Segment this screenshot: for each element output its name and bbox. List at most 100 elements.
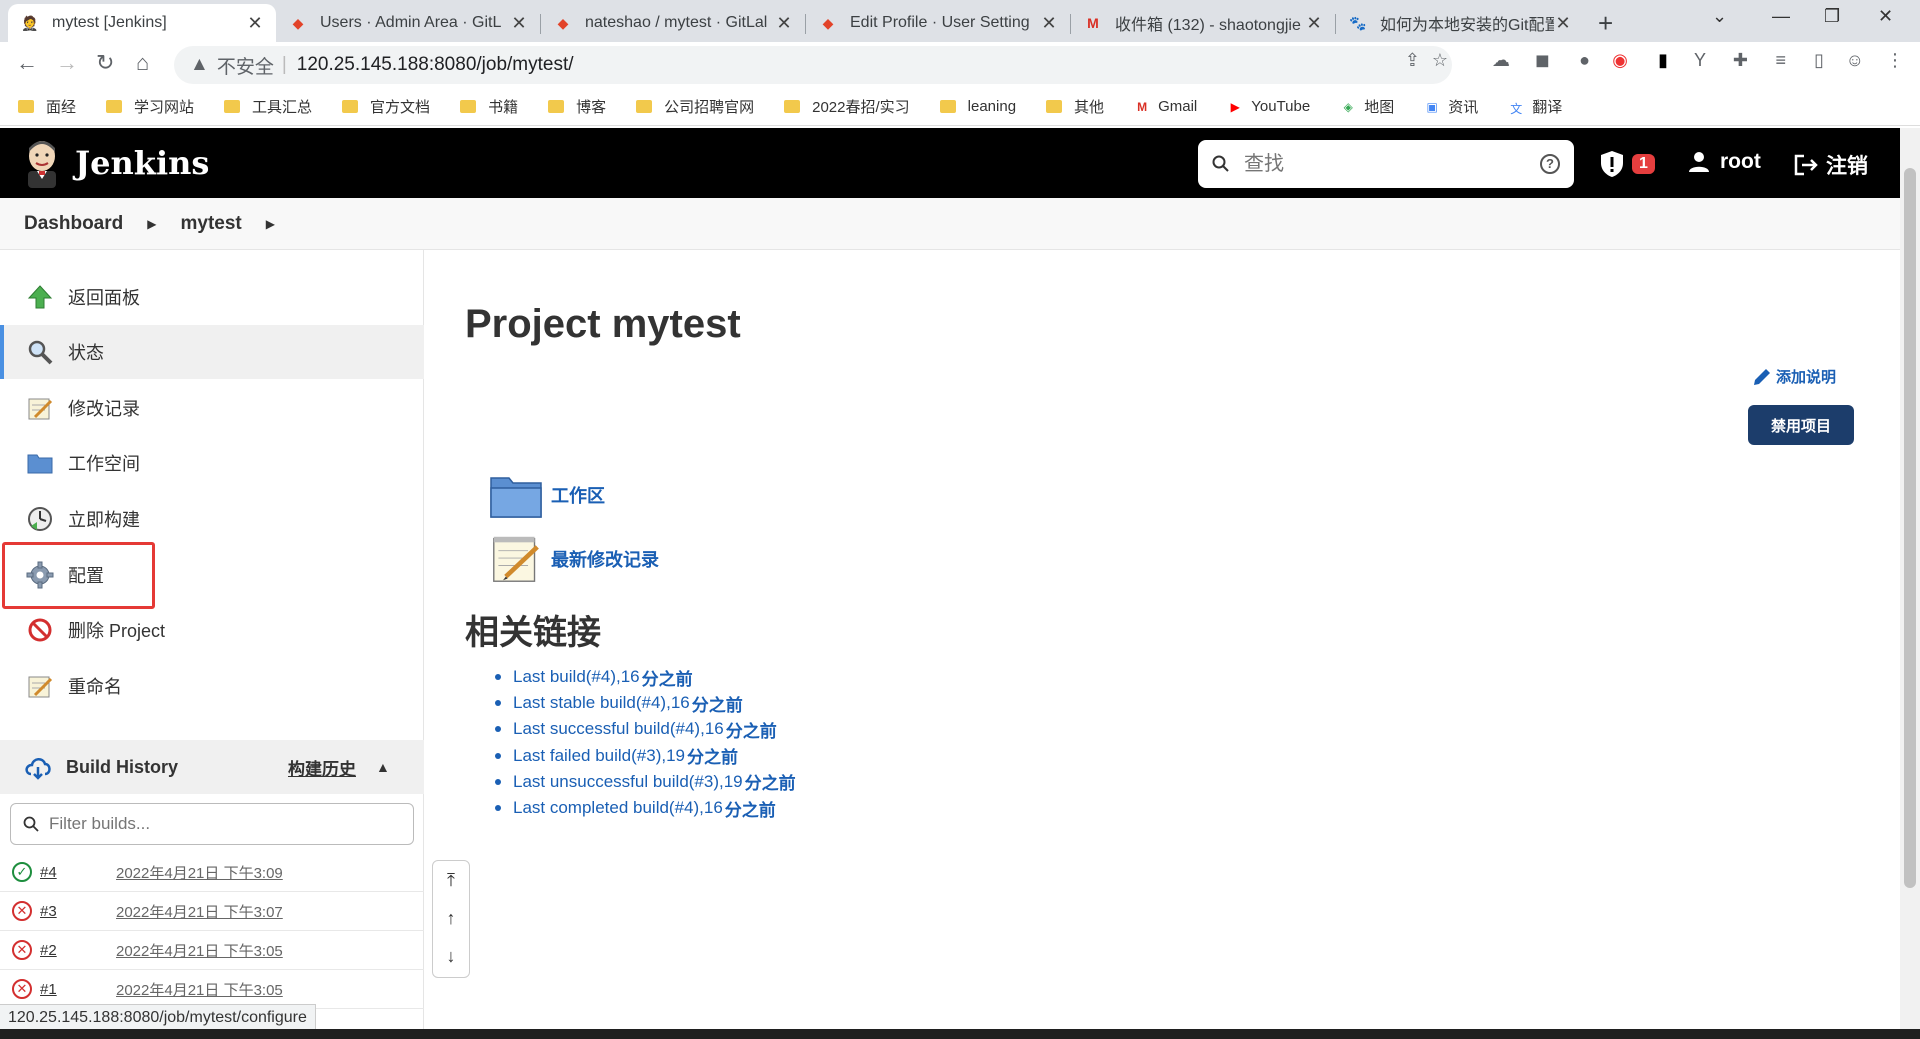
browser-tab-gitlab-profile[interactable]: ◆ Edit Profile · User Setting ✕ [806,4,1070,42]
user-menu[interactable]: root [1688,150,1761,174]
add-description-label[interactable]: 添加说明 [1776,366,1836,387]
related-link[interactable]: Last stable build(#4),16 分之前 [495,690,796,716]
sidebar-item-delete-project[interactable]: 删除 Project [0,603,424,657]
sidebar-item-back-to-dashboard[interactable]: 返回面板 [0,270,424,324]
recent-changes-link-label[interactable]: 最新修改记录 [551,546,659,572]
home-icon[interactable]: ⌂ [136,50,149,76]
build-time-link[interactable]: 2022年4月21日 下午3:09 [116,862,283,883]
browser-tab-jenkins[interactable]: 🤵 mytest [Jenkins] ✕ [8,4,276,42]
close-icon[interactable]: ✕ [510,13,528,34]
new-tab-icon[interactable]: + [1598,8,1613,39]
share-icon[interactable]: ⇪ [1405,50,1420,71]
related-link[interactable]: Last failed build(#3),19 分之前 [495,743,796,769]
close-icon[interactable]: ✕ [1554,13,1572,34]
build-number-link[interactable]: #2 [40,942,116,959]
build-number-link[interactable]: #4 [40,864,116,881]
jenkins-brand[interactable]: Jenkins [75,144,209,182]
add-description-link[interactable]: 添加说明 [1752,366,1836,387]
help-icon[interactable]: ? [1540,154,1560,174]
bookmark-gmail[interactable]: M Gmail [1134,98,1197,115]
puzzle-icon[interactable]: ✚ [1733,50,1748,71]
menu-kebab-icon[interactable]: ⋮ [1886,50,1904,71]
extension-dark-icon[interactable]: ◼ [1535,50,1550,71]
scroll-down-icon[interactable]: ↓ [433,937,469,975]
related-link[interactable]: Last successful build(#4),16 分之前 [495,716,796,742]
username[interactable]: root [1720,150,1761,174]
build-time-link[interactable]: 2022年4月21日 下午3:05 [116,940,283,961]
breadcrumb-dashboard[interactable]: Dashboard [24,213,123,235]
chevron-right-icon[interactable]: ▶ [266,217,275,231]
sidebar-item-build-now[interactable]: 立即构建 [0,492,424,546]
bookmark-item[interactable]: 工具汇总 [224,96,312,117]
bookmark-item[interactable]: 学习网站 [106,96,194,117]
build-history-link[interactable]: 构建历史 [288,755,356,780]
browser-tab-gitlab-mytest[interactable]: ◆ nateshao / mytest · GitLal ✕ [541,4,805,42]
page-scrollbar[interactable] [1900,128,1920,1029]
bookmark-maps[interactable]: ◈ 地图 [1340,96,1395,117]
bookmark-news[interactable]: ▣ 资讯 [1424,96,1479,117]
related-link[interactable]: Last unsuccessful build(#3),19 分之前 [495,769,796,795]
sidebar-item-status[interactable]: 状态 [0,325,424,379]
extension-avatar-icon[interactable]: ● [1579,50,1590,71]
bookmark-translate[interactable]: 文翻译 [1508,96,1562,117]
logout-label[interactable]: 注销 [1826,150,1868,180]
bookmark-item[interactable]: 官方文档 [342,96,430,117]
workspace-link-label[interactable]: 工作区 [551,482,605,508]
scroll-to-top-icon[interactable]: ⤒ [433,861,469,899]
jenkins-logo-icon[interactable] [22,138,62,188]
bookmark-item[interactable]: 公司招聘官网 [636,96,754,117]
disable-project-button[interactable]: 禁用项目 [1748,405,1854,445]
window-close-icon[interactable]: ✕ [1878,6,1893,27]
address-bar[interactable]: ▲ 不安全 | 120.25.145.188:8080/job/mytest/ [174,46,1452,84]
breadcrumb-mytest[interactable]: mytest [180,213,241,235]
bookmark-star-icon[interactable]: ☆ [1432,50,1448,71]
sidebar-item-rename[interactable]: 重命名 [0,659,424,713]
tab-search-icon[interactable]: ⌄ [1712,6,1727,27]
maximize-icon[interactable]: ❐ [1824,6,1840,27]
bookmark-item[interactable]: 面经 [18,96,76,117]
security-label[interactable]: 不安全 [217,52,274,79]
reading-list-icon[interactable]: ≡ [1775,50,1786,71]
side-panel-icon[interactable]: ▯ [1814,50,1824,71]
filter-builds-field[interactable] [10,803,414,845]
build-number-link[interactable]: #3 [40,903,116,920]
minimize-icon[interactable]: — [1772,6,1790,27]
bookmark-item[interactable]: 其他 [1046,96,1104,117]
bookmark-item[interactable]: leaning [939,98,1016,115]
extension-cloud-icon[interactable]: ☁ [1492,50,1510,71]
scrollbar-thumb[interactable] [1904,168,1916,888]
back-icon[interactable]: ← [16,50,38,76]
browser-tab-gitlab-users[interactable]: ◆ Users · Admin Area · GitL ✕ [276,4,540,42]
build-time-link[interactable]: 2022年4月21日 下午3:05 [116,979,283,1000]
build-number-link[interactable]: #1 [40,981,116,998]
extension-y-icon[interactable]: Y [1694,50,1706,71]
bookmark-item[interactable]: 书籍 [460,96,518,117]
warning-icon[interactable]: ▲ [190,54,209,76]
close-icon[interactable]: ✕ [1040,13,1058,34]
close-icon[interactable]: ✕ [1305,13,1323,34]
scroll-up-icon[interactable]: ↑ [433,899,469,937]
extension-weibo-icon[interactable]: ◉ [1612,50,1628,71]
related-link[interactable]: Last completed build(#4),16 分之前 [495,795,796,821]
close-icon[interactable]: ✕ [246,13,264,34]
security-alert[interactable]: 1 [1600,150,1655,178]
extension-l-icon[interactable]: ▮ [1658,50,1668,71]
forward-icon[interactable]: → [56,50,78,76]
browser-tab-gmail[interactable]: M 收件箱 (132) - shaotongjie ✕ [1071,4,1335,42]
url-text[interactable]: 120.25.145.188:8080/job/mytest/ [297,54,574,76]
workspace-link[interactable]: 工作区 [489,470,605,520]
sidebar-item-changes[interactable]: 修改记录 [0,381,424,435]
bookmark-item[interactable]: 2022春招/实习 [784,96,910,117]
reload-icon[interactable]: ↻ [96,50,114,76]
bookmark-youtube[interactable]: ▶ YouTube [1227,98,1311,115]
filter-builds-input[interactable] [49,814,413,834]
search-box[interactable]: ? [1198,140,1574,188]
chevron-up-icon[interactable]: ▲ [376,759,390,775]
logout-button[interactable]: 注销 [1794,150,1868,180]
build-time-link[interactable]: 2022年4月21日 下午3:07 [116,901,283,922]
chevron-right-icon[interactable]: ▶ [147,217,156,231]
browser-tab-baidu[interactable]: 🐾 如何为本地安装的Git配置全 ✕ [1336,4,1584,42]
bookmark-item[interactable]: 博客 [548,96,606,117]
search-input[interactable] [1244,152,1540,176]
recent-changes-link[interactable]: 最新修改记录 [489,534,659,584]
